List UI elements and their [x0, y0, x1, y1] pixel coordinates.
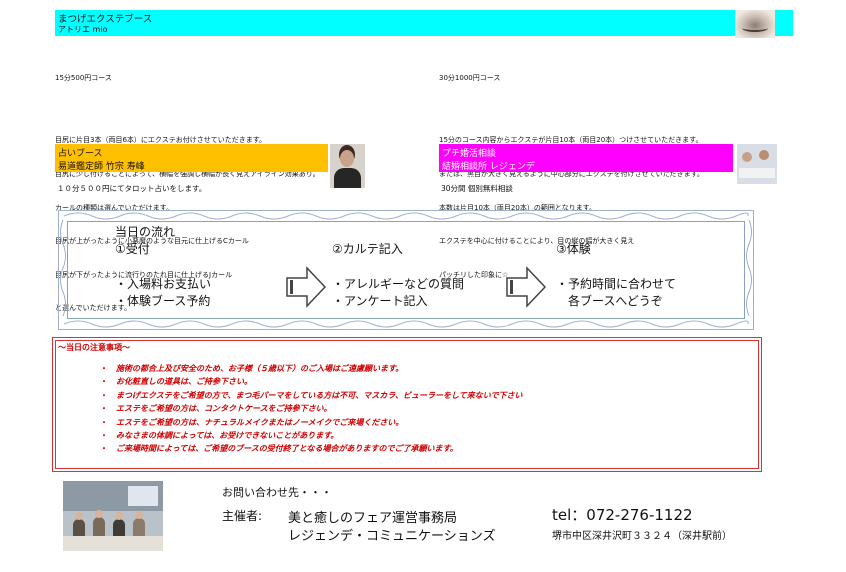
fortune-booth-title: 占いブース: [58, 149, 103, 159]
course-heading: 30分1000円コース: [439, 74, 501, 83]
arrow-right-icon: [286, 266, 327, 308]
organizer-name: 美と癒しのフェア運営事務局: [288, 511, 458, 526]
flow-step-chart-items: ・アレルギーなどの質問 ・アンケート記入: [332, 276, 464, 310]
notice-item: ・お化粧直しの道具は、ご持参下さい。: [100, 376, 252, 387]
phone-number: tel：072-276-1122: [552, 506, 693, 524]
flow-step-reception-items: ・入場料お支払い ・体験ブース予約: [115, 276, 211, 310]
office-team-photo: [63, 481, 163, 551]
course-heading: 15分500円コース: [55, 74, 112, 83]
flow-item: ・アンケート記入: [332, 294, 428, 308]
flow-item: ・アレルギーなどの質問: [332, 277, 465, 291]
organizer-label: 主催者:: [222, 509, 263, 523]
notice-title: ～当日の注意事項～: [58, 342, 130, 352]
address: 堺市中区深井沢町３３２４（深井駅前）: [552, 531, 732, 542]
notice-item: ・まつげエクステをご希望の方で、まつ毛パーマをしている方は不可、マスカラ、ビュー…: [100, 389, 523, 400]
company-name: レジェンデ・コミュニケーションズ: [288, 529, 496, 544]
fortune-booth-subtitle: 易道鑑定師 竹宗 寿峰: [58, 162, 145, 172]
flow-step-experience: ③体験: [556, 242, 591, 256]
flow-step-experience-items: ・予約時間に合わせて 各ブースへどうぞ: [556, 276, 676, 310]
consultation-photo: [737, 144, 777, 184]
marriage-booth-title: プチ婚活相談: [442, 149, 497, 159]
marriage-booth-subtitle: 結婚相談所 レジェンデ: [442, 162, 535, 172]
fortune-teller-photo: [330, 144, 365, 188]
notice-item: ・エステをご希望の方は、コンタクトケースをご持参下さい。: [100, 403, 332, 414]
eyelash-icon: [742, 24, 768, 32]
flow-title: 当日の流れ: [115, 225, 176, 239]
notice-item: ・施術の都合上及び安全のため、お子様（５歳以下）のご入場はご遠慮願います。: [100, 363, 404, 373]
flow-item: ・予約時間に合わせて: [556, 277, 677, 291]
flow-step-reception: ①受付: [115, 242, 150, 256]
flow-item: 各ブースへどうぞ: [556, 294, 663, 308]
notice-list: ・施術の都合上及び安全のため、お子様（５歳以下）のご入場はご遠慮願います。 ・お…: [100, 362, 523, 456]
arrow-right-icon: [506, 266, 547, 308]
flow-step-chart: ②カルテ記入: [332, 242, 403, 256]
flow-item: ・入場料お支払い: [115, 277, 212, 291]
marriage-note: 30分間 個別無料相談: [441, 184, 513, 193]
contact-heading: お問い合わせ先・・・: [222, 486, 332, 499]
fortune-note: １０分５００円にてタロット占いをします。: [57, 184, 207, 193]
eyelash-booth-title: まつげエクステブース: [58, 14, 153, 25]
eyelash-booth-subtitle: アトリエ mio: [58, 25, 108, 34]
eyelash-booth-header: [55, 10, 793, 36]
notice-item: ・エステをご希望の方は、ナチュラルメイクまたはノーメイクでご来場ください。: [100, 416, 404, 427]
notice-item: ・ご来場時間によっては、ご希望のブースの受付終了となる場合がありますのでご了承願…: [100, 443, 458, 454]
notice-item: ・みなさまの体調によっては、お受けできないことがあります。: [100, 430, 339, 441]
flow-item: ・体験ブース予約: [115, 294, 211, 308]
